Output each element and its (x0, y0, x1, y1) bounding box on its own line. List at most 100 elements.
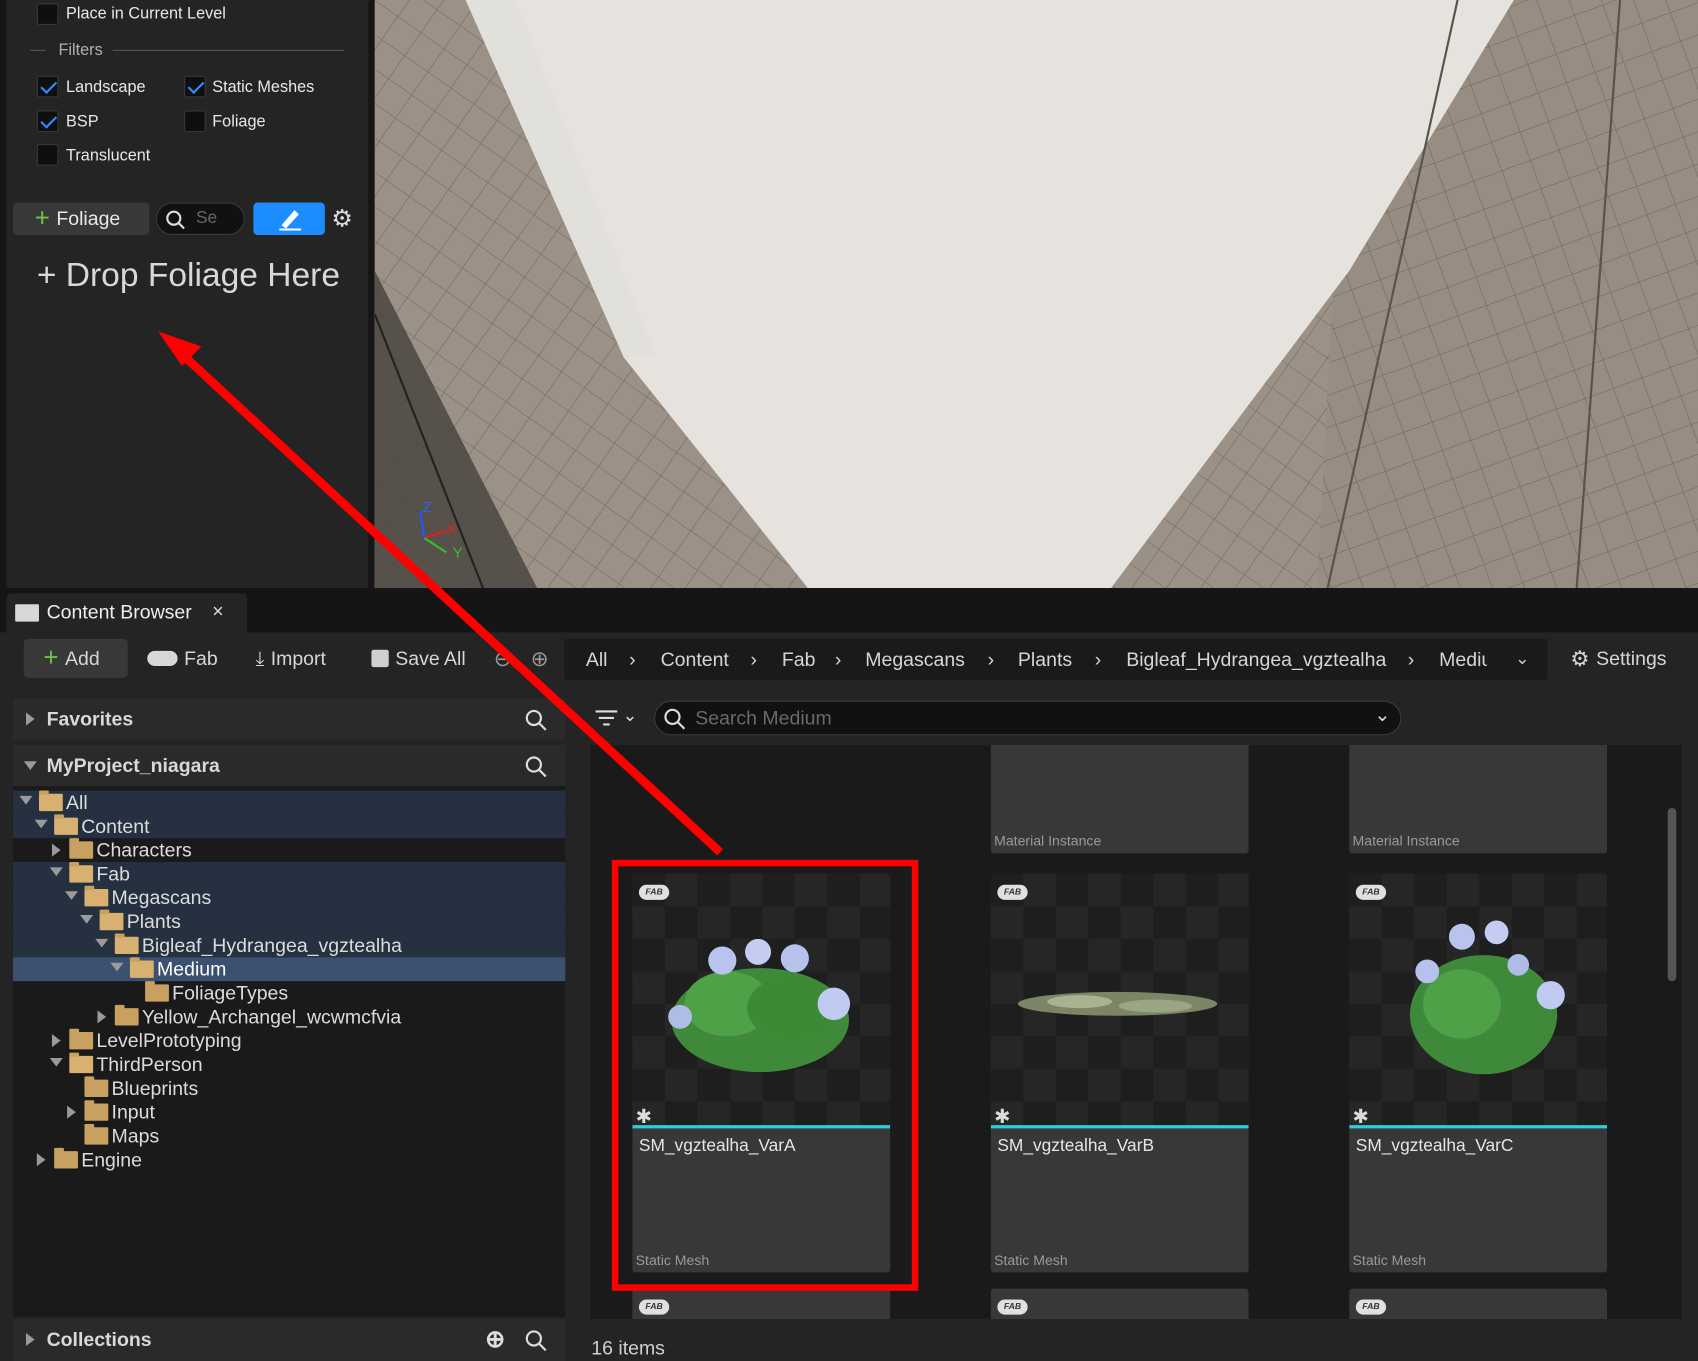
save-icon (371, 649, 389, 668)
breadcrumb-content[interactable]: Content (661, 649, 729, 672)
filters-divider-left (30, 49, 46, 51)
search-icon (166, 210, 185, 230)
tree-item-foliagetypes[interactable]: FoliageTypes (13, 981, 565, 1005)
filter-icon (595, 710, 618, 726)
folder-icon (145, 981, 169, 1002)
breadcrumb-all[interactable]: All (586, 649, 608, 672)
foliage-search-input[interactable]: Se (155, 202, 245, 235)
content-browser-tab[interactable]: Content Browser × (6, 593, 247, 633)
add-collection-icon[interactable]: ⊕ (485, 1325, 505, 1353)
breadcrumb-megascans[interactable]: Megascans (865, 649, 965, 672)
add-button[interactable]: + Add (23, 638, 128, 678)
folder-icon (84, 1100, 109, 1121)
expand-arrow-icon (25, 712, 35, 726)
tree-item-label: Engine (81, 1148, 142, 1171)
expand-arrow-icon (51, 1034, 61, 1048)
fab-badge-icon: FAB (997, 1299, 1028, 1315)
landscape-checkbox[interactable] (36, 75, 59, 98)
asset-thumbnail (1349, 873, 1608, 1128)
collapse-arrow-icon (19, 795, 33, 805)
close-tab-icon[interactable]: × (212, 600, 223, 623)
search-icon[interactable] (525, 756, 547, 778)
folder-open-icon (129, 957, 154, 978)
tree-item-plants[interactable]: Plants (12, 909, 566, 934)
chevron-right-icon: › (1094, 648, 1102, 671)
tree-item-all[interactable]: All (12, 790, 566, 815)
asset-tile-partial[interactable]: FAB (1349, 1288, 1608, 1319)
search-icon[interactable] (525, 709, 547, 731)
tree-item-megascans[interactable]: Megascans (12, 885, 566, 910)
gear-icon: ⚙ (1570, 647, 1590, 671)
chevron-down-icon[interactable]: ⌄ (1374, 704, 1390, 727)
tree-item-label: Medium (157, 958, 227, 981)
level-viewport[interactable]: Z X Y (374, 0, 1698, 589)
paint-brush-icon (279, 210, 302, 231)
tree-item-engine[interactable]: Engine (13, 1147, 565, 1172)
collapse-arrow-icon (34, 819, 48, 829)
chevron-down-icon[interactable]: ⌄ (1515, 648, 1530, 670)
asset-tile-material-instance[interactable]: Material Instance (1349, 745, 1608, 854)
scrollbar-thumb[interactable] (1667, 807, 1677, 982)
drop-foliage-here-text: + Drop Foliage Here (36, 255, 341, 294)
breadcrumb-fab[interactable]: Fab (782, 649, 816, 672)
forward-button[interactable]: ⊕ (531, 639, 549, 678)
tree-item-label: Yellow_Archangel_wcwmcfvia (141, 1006, 402, 1028)
asset-tile-sm-vgztealha-varc[interactable]: FAB ✱ SM_vgztealha_VarC Static Mesh (1349, 873, 1608, 1273)
folder-icon (54, 1147, 78, 1169)
favorites-section-header[interactable]: Favorites (12, 698, 566, 740)
folder-icon (69, 838, 94, 859)
search-icon[interactable] (525, 1330, 547, 1352)
tree-item-content[interactable]: Content (12, 814, 566, 839)
leaf-scatter-icon (1017, 991, 1218, 1016)
asset-tile-sm-vgztealha-varb[interactable]: FAB ✱ SM_vgztealha_VarB Static Mesh (990, 873, 1249, 1273)
tree-item-input[interactable]: Input (13, 1100, 565, 1124)
fab-button[interactable]: Fab (147, 639, 218, 678)
project-section-header[interactable]: MyProject_niagara (12, 745, 566, 787)
paint-mode-button[interactable] (253, 202, 325, 235)
tree-item-bigleaf-hydrangea[interactable]: Bigleaf_Hydrangea_vgztealha (12, 933, 566, 958)
asset-tile-partial[interactable]: FAB (632, 1288, 891, 1319)
asset-type-label: Material Instance (994, 832, 1102, 849)
save-all-button[interactable]: Save All (371, 639, 466, 678)
folder-icon (84, 1124, 109, 1145)
import-button[interactable]: ⤓ Import (256, 639, 326, 678)
static-meshes-checkbox[interactable] (184, 75, 206, 98)
settings-button[interactable]: ⚙ Settings (1570, 639, 1666, 678)
breadcrumb-bigleaf-hydrangea[interactable]: Bigleaf_Hydrangea_vgztealha (1126, 649, 1386, 672)
tree-item-medium[interactable]: Medium (12, 957, 566, 982)
tree-item-blueprints[interactable]: Blueprints (13, 1076, 565, 1100)
bsp-label: BSP (66, 112, 99, 132)
translucent-checkbox[interactable] (36, 144, 59, 166)
tree-item-fab[interactable]: Fab (12, 861, 566, 886)
foliage-filter-checkbox[interactable] (184, 110, 206, 133)
folder-icon (84, 1076, 109, 1097)
content-browser-icon (15, 604, 39, 622)
add-foliage-button[interactable]: + Foliage (12, 202, 150, 235)
collections-section-header[interactable]: Collections ⊕ (12, 1318, 566, 1361)
bsp-checkbox[interactable] (36, 110, 59, 133)
tree-item-maps[interactable]: Maps (13, 1124, 565, 1148)
chevron-right-icon: › (1407, 648, 1415, 671)
tree-item-characters[interactable]: Characters (13, 838, 565, 862)
settings-button-label: Settings (1596, 647, 1667, 669)
item-count: 16 items (591, 1337, 665, 1360)
back-button[interactable]: ⊖ (494, 639, 512, 678)
tree-item-levelprototyping[interactable]: LevelPrototyping (13, 1028, 565, 1053)
place-in-current-level-checkbox[interactable] (36, 3, 59, 25)
folder-open-icon (114, 933, 139, 955)
breadcrumb-medium[interactable]: Mediu (1439, 649, 1487, 672)
content-browser-tab-title: Content Browser (46, 601, 192, 623)
import-icon: ⤓ (255, 647, 265, 669)
tree-item-thirdperson[interactable]: ThirdPerson (13, 1052, 565, 1077)
collapse-arrow-icon (80, 915, 94, 924)
asset-tile-partial[interactable]: FAB (990, 1288, 1249, 1319)
asset-search-input[interactable]: Search Medium ⌄ (654, 700, 1402, 736)
tree-item-label: Content (81, 815, 150, 838)
tree-item-yellow-archangel[interactable]: Yellow_Archangel_wcwmcfvia (13, 1004, 565, 1029)
tree-item-label: Maps (111, 1125, 160, 1147)
translucent-label: Translucent (66, 146, 151, 165)
breadcrumb-plants[interactable]: Plants (1018, 649, 1072, 672)
filter-button[interactable]: ⌄ (590, 701, 644, 736)
foliage-settings-gear-icon[interactable]: ⚙ (331, 206, 352, 231)
asset-tile-material-instance[interactable]: Material Instance (990, 745, 1249, 854)
